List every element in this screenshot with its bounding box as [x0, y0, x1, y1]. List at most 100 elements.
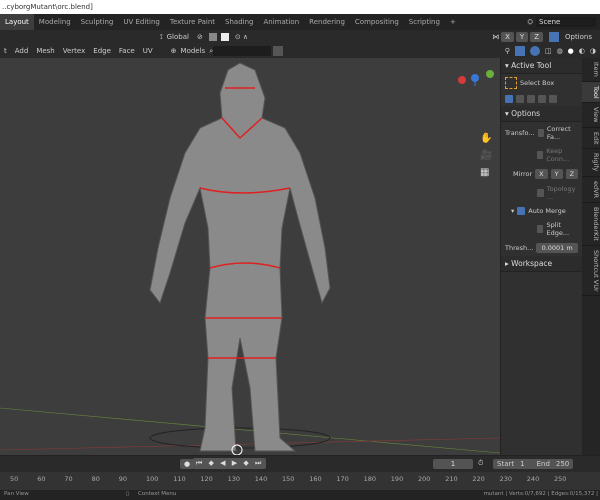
collection-dropdown[interactable]: Models: [177, 47, 210, 55]
auto-merge-icon[interactable]: [548, 32, 559, 42]
options-header[interactable]: ▾ Options: [501, 106, 582, 122]
ruler-tick: 160: [309, 475, 322, 483]
camera-icon[interactable]: 🎥: [480, 150, 492, 161]
sidebar-tabs: Item Tool View Edit Rigify edVR BlenderK…: [582, 58, 600, 455]
mode-subtract-icon[interactable]: [527, 95, 535, 103]
xray-icon[interactable]: ◫: [545, 47, 552, 55]
menu-face[interactable]: Face: [115, 47, 139, 55]
start-label: Start: [497, 460, 515, 468]
shading-material-icon[interactable]: ◐: [579, 47, 585, 55]
threshold-field[interactable]: 0.0001 m: [536, 243, 578, 253]
menu-vertex[interactable]: Vertex: [59, 47, 90, 55]
3d-viewport[interactable]: ✋ 🎥 ▦: [0, 58, 501, 456]
shading-wireframe-icon[interactable]: ◍: [557, 47, 563, 55]
tab-modeling[interactable]: Modeling: [34, 14, 76, 30]
tab-scripting[interactable]: Scripting: [404, 14, 445, 30]
tab-uv-editing[interactable]: UV Editing: [118, 14, 165, 30]
record-button[interactable]: ●: [180, 459, 195, 469]
start-frame-field[interactable]: 1: [520, 460, 524, 468]
menu-edge[interactable]: Edge: [89, 47, 115, 55]
snap-target-icon[interactable]: [220, 33, 229, 41]
mirror-z-toggle[interactable]: Z: [565, 169, 579, 179]
shading-rendered-icon[interactable]: ◑: [590, 47, 596, 55]
tab-edit[interactable]: Edit: [582, 128, 600, 150]
select-mode-icons[interactable]: [501, 92, 582, 106]
tab-blenderkit[interactable]: BlenderKit: [582, 203, 600, 246]
tab-texture-paint[interactable]: Texture Paint: [165, 14, 220, 30]
topology-label: Topology ...: [546, 185, 576, 201]
mirror-icon[interactable]: ⋈: [492, 33, 499, 41]
axis-y-toggle[interactable]: Y: [515, 32, 529, 42]
window-title: ..cyborgMutant\orc.blend]: [0, 0, 600, 14]
ruler-tick: 120: [200, 475, 213, 483]
workspace-header[interactable]: ▸ Workspace: [501, 256, 582, 272]
menu-add[interactable]: Add: [11, 47, 33, 55]
tab-layout[interactable]: Layout: [0, 14, 34, 30]
ruler-tick: 80: [91, 475, 100, 483]
tab-shortcut-vur[interactable]: Shortcut VUr: [582, 246, 600, 297]
mode-new-icon[interactable]: [505, 95, 513, 103]
mode-invert-icon[interactable]: [538, 95, 546, 103]
filter-dropdown[interactable]: [273, 46, 284, 56]
tab-shading[interactable]: Shading: [220, 14, 258, 30]
menu-mesh[interactable]: Mesh: [32, 47, 58, 55]
mode-extend-icon[interactable]: [516, 95, 524, 103]
grid-icon[interactable]: ▦: [480, 167, 492, 178]
axis-x-toggle[interactable]: X: [501, 32, 514, 42]
ruler-tick: 70: [64, 475, 73, 483]
orientation-dropdown[interactable]: Global: [163, 33, 193, 41]
scene-selector[interactable]: Scene: [536, 17, 596, 27]
tab-rendering[interactable]: Rendering: [304, 14, 350, 30]
tab-rigify[interactable]: Rigify: [582, 149, 600, 177]
auto-merge-checkbox[interactable]: [517, 207, 526, 215]
mirror-x-toggle[interactable]: X: [535, 169, 548, 179]
pivot-icon[interactable]: ⊘: [193, 33, 207, 41]
split-edge-checkbox[interactable]: [537, 225, 544, 233]
snap-icon[interactable]: [208, 33, 217, 41]
auto-merge-label: Auto Merge: [528, 207, 566, 215]
section-title: Active Tool: [511, 61, 552, 70]
tab-compositing[interactable]: Compositing: [350, 14, 404, 30]
search-input[interactable]: [213, 46, 272, 56]
tab-edvr[interactable]: edVR: [582, 177, 600, 203]
menu-uv[interactable]: UV: [139, 47, 157, 55]
current-frame-field[interactable]: 1: [433, 459, 473, 469]
active-tool-row[interactable]: Select Box: [501, 74, 582, 92]
active-tool-header[interactable]: ▾ Active Tool: [501, 58, 582, 74]
ruler-tick: 180: [363, 475, 377, 483]
mesh-model: [0, 62, 501, 456]
axis-z-toggle[interactable]: Z: [530, 32, 543, 42]
ruler-tick: 150: [282, 475, 295, 483]
tab-sculpting[interactable]: Sculpting: [76, 14, 119, 30]
gizmo-icon[interactable]: [514, 46, 525, 56]
navigation-gizmo[interactable]: [458, 70, 494, 86]
ruler-tick: 250: [554, 475, 567, 483]
pan-hand-icon[interactable]: ✋: [480, 133, 492, 144]
proportional-edit-icon[interactable]: ⊙ ∧: [231, 33, 252, 41]
keep-connected-checkbox[interactable]: [537, 151, 544, 159]
ruler-tick: 230: [499, 475, 513, 483]
menu-select[interactable]: t: [0, 47, 11, 55]
correct-face-checkbox[interactable]: [537, 129, 544, 137]
options-dropdown[interactable]: Options: [561, 33, 596, 41]
sidebar-panel: ▾ Active Tool Select Box ▾ Options Trans…: [500, 58, 582, 455]
playback-controls[interactable]: ⏮ ◆ ◀ ▶ ◆ ⏭: [193, 458, 267, 469]
tab-animation[interactable]: Animation: [258, 14, 304, 30]
auto-merge-expand-icon[interactable]: ▾: [511, 207, 514, 215]
tab-item[interactable]: Item: [582, 58, 600, 82]
overlay-icon[interactable]: [529, 46, 540, 56]
add-workspace-button[interactable]: +: [445, 14, 461, 30]
mode-intersect-icon[interactable]: [549, 95, 557, 103]
end-frame-field[interactable]: 250: [556, 460, 569, 468]
tab-view[interactable]: View: [582, 103, 600, 128]
timeline-ruler[interactable]: 50 60 70 80 90 100 110 120 130 140 150 160 170 180 190…: [0, 472, 600, 490]
mirror-y-toggle[interactable]: Y: [550, 169, 563, 179]
shading-solid-icon[interactable]: ●: [568, 47, 574, 55]
topology-checkbox[interactable]: [537, 189, 544, 197]
tab-tool[interactable]: Tool: [582, 81, 600, 104]
section-title: Options: [511, 109, 541, 118]
visibility-icon[interactable]: ⚲: [505, 47, 510, 55]
ruler-tick: 90: [118, 475, 128, 483]
timeline-controls: ● ⏮ ◆ ◀ ▶ ◆ ⏭ 1 ⏱ Start 1 End 250: [0, 455, 600, 472]
scene-icon[interactable]: ⛭: [527, 18, 533, 27]
